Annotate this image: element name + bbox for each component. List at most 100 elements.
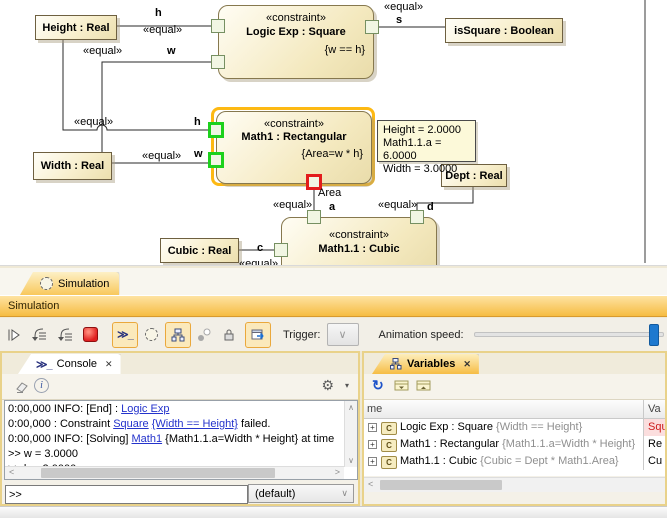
- tab-variables[interactable]: Variables ✕: [372, 354, 479, 374]
- equal-label-5: «equal»: [142, 150, 181, 162]
- console-horizontal-scrollbar[interactable]: < >: [5, 466, 344, 479]
- runtime-values-callout: Height = 2.0000 Math1.1.a = 6.0000 Width…: [377, 120, 476, 162]
- logic-exp-stereotype: «constraint»: [219, 12, 373, 24]
- equal-label-3: «equal»: [384, 1, 423, 13]
- animation-speed-slider-handle[interactable]: [649, 324, 659, 346]
- simulation-panel: Simulation Simulation ≫_: [0, 265, 667, 517]
- refresh-button[interactable]: ↻: [372, 377, 384, 394]
- variables-horizontal-scrollbar[interactable]: <: [364, 477, 665, 492]
- console-input[interactable]: [5, 485, 248, 504]
- simulation-header-title: Simulation: [8, 300, 59, 312]
- toggle-variables-button[interactable]: [165, 322, 191, 348]
- constraint-block-math1[interactable]: «constraint» Math1 : Rectangular {Area=w…: [216, 111, 372, 184]
- terminate-button[interactable]: [83, 327, 98, 342]
- log-link-math1[interactable]: Math1: [132, 433, 163, 445]
- row-value-cell[interactable]: Squ: [643, 419, 665, 436]
- pin-label-d: d: [427, 201, 434, 213]
- scroll-down-icon[interactable]: ∨: [348, 456, 354, 465]
- log-link-constraint-expr[interactable]: {Width == Height}: [152, 418, 238, 430]
- tab-console[interactable]: ≫_ Console ✕: [18, 354, 121, 374]
- scroll-right-icon[interactable]: >: [335, 467, 340, 477]
- console-tab-close-icon[interactable]: ✕: [105, 359, 113, 370]
- value-box-width[interactable]: Width : Real: [33, 152, 112, 180]
- refresh-icon: ↻: [372, 377, 384, 393]
- simulation-config-button[interactable]: [145, 328, 158, 341]
- value-box-cubic[interactable]: Cubic : Real: [160, 238, 239, 263]
- console-scope-value: (default): [255, 488, 295, 500]
- value-box-issquare[interactable]: isSquare : Boolean: [445, 18, 563, 43]
- step-over-button[interactable]: [56, 327, 74, 343]
- column-separator[interactable]: [643, 400, 644, 418]
- variables-tab-icon: [390, 358, 402, 370]
- port-math1-h[interactable]: [208, 122, 224, 138]
- stop-icon: [83, 327, 98, 342]
- port-math11-d[interactable]: [410, 210, 424, 224]
- variables-tree-icon: [171, 328, 185, 342]
- scroll-left-icon[interactable]: <: [368, 479, 373, 489]
- callout-math11a-value: Math1.1.a = 6.0000: [383, 137, 475, 163]
- constraint-badge-icon: C: [381, 456, 397, 469]
- run-button[interactable]: [6, 327, 22, 343]
- console-vertical-scrollbar[interactable]: ∧ ∨: [344, 401, 357, 467]
- port-logic-exp-h[interactable]: [211, 19, 225, 33]
- variables-tab-close-icon[interactable]: ✕: [463, 359, 471, 370]
- table-row[interactable]: + C Math1.1 : Cubic {Cubic = Dept * Math…: [364, 453, 665, 470]
- value-box-issquare-label: isSquare : Boolean: [454, 25, 554, 37]
- column-header-name[interactable]: me: [367, 403, 382, 415]
- breakpoints-button[interactable]: [196, 327, 212, 343]
- table-row[interactable]: + C Logic Exp : Square {Width == Height}…: [364, 419, 665, 436]
- step-over-icon: [56, 327, 74, 343]
- lock-icon: [222, 327, 236, 342]
- console-options-caret[interactable]: ▾: [345, 381, 349, 390]
- row-value-cell[interactable]: Cu: [643, 453, 665, 470]
- variables-table-body: + C Logic Exp : Square {Width == Height}…: [364, 419, 665, 476]
- open-diagram-button[interactable]: [245, 322, 271, 348]
- info-button[interactable]: i: [34, 378, 49, 393]
- constraint-block-logic-exp[interactable]: «constraint» Logic Exp : Square {w == h}: [218, 5, 374, 79]
- clear-console-button[interactable]: [14, 379, 30, 396]
- trigger-dropdown[interactable]: ∨: [327, 323, 359, 346]
- eraser-icon: [14, 379, 30, 393]
- console-scope-dropdown[interactable]: (default) ∨: [248, 484, 354, 503]
- variables-hscroll-thumb[interactable]: [380, 480, 502, 490]
- row-value-cell[interactable]: Re: [643, 436, 665, 453]
- open-diagram-icon: [250, 327, 266, 342]
- collapse-all-button[interactable]: [416, 379, 431, 395]
- step-into-button[interactable]: [30, 327, 48, 343]
- toggle-console-button[interactable]: ≫_: [112, 322, 138, 348]
- expand-toggle-icon[interactable]: +: [368, 457, 377, 466]
- equal-label-2: «equal»: [83, 45, 122, 57]
- pin-label-h-mid: h: [194, 116, 201, 128]
- port-logic-exp-w[interactable]: [211, 55, 225, 69]
- expand-toggle-icon[interactable]: +: [368, 423, 377, 432]
- math1-name: Math1 : Rectangular: [217, 131, 371, 143]
- info-icon: i: [40, 380, 43, 391]
- port-math1-w[interactable]: [208, 152, 224, 168]
- row-name: Math1.1 : Cubic: [400, 455, 477, 467]
- log-link-square[interactable]: Square: [113, 418, 148, 430]
- animation-speed-slider[interactable]: [474, 332, 664, 337]
- row-name: Logic Exp : Square: [400, 421, 493, 433]
- expand-all-button[interactable]: [394, 379, 409, 395]
- table-row[interactable]: + C Math1 : Rectangular {Math1.1.a=Width…: [364, 436, 665, 453]
- expand-toggle-icon[interactable]: +: [368, 440, 377, 449]
- port-math11-a[interactable]: [307, 210, 321, 224]
- console-options-button[interactable]: ⚙: [321, 378, 334, 392]
- console-hscroll-thumb[interactable]: [41, 468, 275, 478]
- value-box-height[interactable]: Height : Real: [35, 15, 117, 40]
- tab-simulation[interactable]: Simulation: [20, 272, 119, 295]
- row-constraint: {Width == Height}: [496, 421, 582, 433]
- equal-label-7: «equal»: [378, 199, 417, 211]
- console-log-text: 0:00,000 INFO: [End] : Logic Exp 0:00,00…: [8, 402, 341, 466]
- console-tabbar: ≫_ Console ✕: [2, 353, 358, 374]
- variables-table-header: me Va: [364, 400, 665, 419]
- constraint-block-math11[interactable]: «constraint» Math1.1 : Cubic: [281, 217, 437, 265]
- column-header-value[interactable]: Va: [648, 403, 661, 415]
- logic-exp-name: Logic Exp : Square: [219, 26, 373, 38]
- port-logic-exp-s[interactable]: [365, 20, 379, 34]
- scroll-up-icon[interactable]: ∧: [348, 403, 354, 412]
- lock-button[interactable]: [222, 327, 236, 342]
- scroll-left-icon[interactable]: <: [9, 467, 14, 477]
- port-math11-c[interactable]: [274, 243, 288, 257]
- log-link-logic-exp[interactable]: Logic Exp: [121, 403, 169, 415]
